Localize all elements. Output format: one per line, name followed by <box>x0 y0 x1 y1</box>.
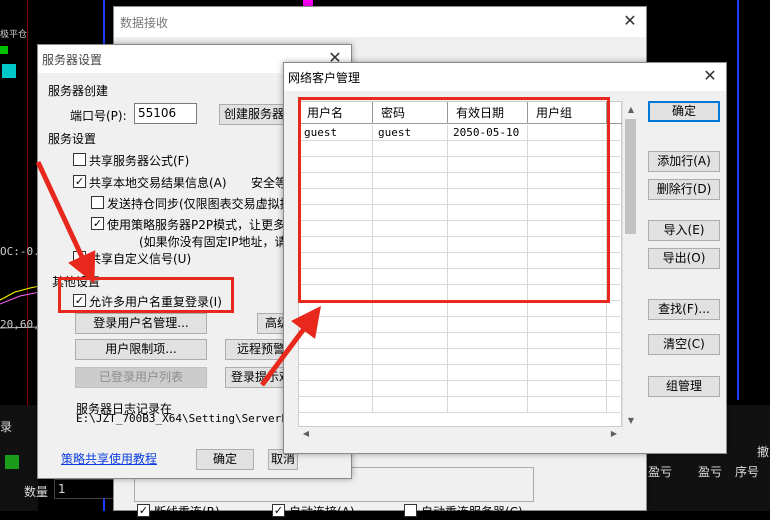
annotation-arrows <box>35 160 321 387</box>
